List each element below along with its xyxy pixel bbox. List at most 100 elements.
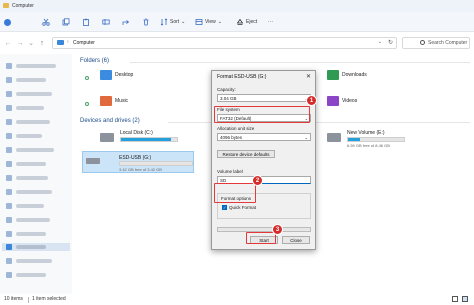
- paste-icon: [83, 18, 89, 26]
- eject-button[interactable]: Eject: [236, 17, 257, 27]
- sidebar-item[interactable]: [6, 104, 68, 112]
- share-icon: [122, 20, 130, 25]
- search-placeholder: Search Computer: [428, 40, 468, 46]
- sidebar-item[interactable]: [6, 230, 68, 238]
- capacity-select[interactable]: 3.04 GB ⌄: [217, 94, 311, 102]
- sidebar-item[interactable]: [6, 132, 68, 140]
- folder-tile-music[interactable]: Music: [100, 96, 128, 106]
- paste-button[interactable]: [82, 17, 90, 27]
- sidebar-item-computer[interactable]: [2, 243, 70, 251]
- highlight-box-filesystem: [214, 106, 310, 123]
- drive-tile-g[interactable]: ESD-USB (G:) 3.42 GB free of 3.42 GB: [82, 151, 194, 173]
- new-button[interactable]: [4, 17, 11, 27]
- more-button[interactable]: ···: [268, 17, 273, 27]
- capacity-label: Capacity:: [217, 87, 236, 92]
- folder-icon: [6, 133, 12, 139]
- section-header-drives[interactable]: Devices and drives (2): [80, 118, 140, 124]
- folder-icon: [6, 231, 12, 237]
- drive-icon: [100, 133, 114, 142]
- share-button[interactable]: [122, 17, 130, 27]
- delete-icon: [143, 18, 149, 26]
- sidebar-item[interactable]: [6, 76, 68, 84]
- pin-icon: [85, 76, 89, 80]
- restore-defaults-button[interactable]: Restore device defaults: [217, 150, 275, 158]
- computer-icon: [57, 40, 64, 45]
- up-icon[interactable]: ↑: [38, 40, 46, 48]
- rename-icon: [102, 19, 110, 25]
- copy-button[interactable]: [62, 17, 70, 27]
- drive-usage-bar: [119, 161, 193, 166]
- callout-badge-3: 3: [272, 224, 283, 235]
- sidebar-item[interactable]: [6, 118, 68, 126]
- close-icon[interactable]: ✕: [306, 73, 311, 80]
- back-icon[interactable]: ←: [4, 40, 12, 48]
- folder-icon: [6, 161, 12, 167]
- drive-tile-e[interactable]: New Volume (E:) 6.59 GB free of 8.46 GB: [327, 130, 437, 152]
- sort-button[interactable]: Sort ⌄: [160, 17, 185, 27]
- quick-format-checkbox[interactable]: ✓: [222, 205, 227, 210]
- folder-icon: [6, 91, 12, 97]
- folder-icon: [6, 189, 12, 195]
- more-label: ···: [268, 19, 273, 25]
- callout-badge-2: 2: [252, 175, 263, 186]
- downloads-folder-icon: [327, 70, 339, 80]
- folder-tile-videos[interactable]: Videos: [327, 96, 357, 106]
- section-header-folders[interactable]: Folders (6): [80, 58, 109, 64]
- eject-label: Eject: [246, 19, 258, 25]
- drive-usage-fill: [348, 138, 361, 141]
- refresh-icon[interactable]: ↻: [388, 39, 393, 46]
- forward-icon[interactable]: →: [16, 40, 24, 48]
- address-bar[interactable]: › Computer ⌄ ↻: [52, 37, 397, 49]
- sidebar-item[interactable]: [6, 62, 68, 70]
- search-input[interactable]: Search Computer: [402, 37, 470, 49]
- sidebar-item[interactable]: [6, 216, 68, 224]
- item-count: 10 items: [4, 296, 23, 302]
- format-dialog: Format ESD-USB (G:) ✕ Capacity: 3.04 GB …: [211, 70, 316, 250]
- folder-tile-downloads[interactable]: Downloads: [327, 70, 367, 80]
- recent-chevron-icon[interactable]: ⌄: [27, 40, 35, 48]
- selection-count: 1 item selected: [32, 296, 66, 302]
- highlight-box-start: [246, 232, 276, 244]
- close-button[interactable]: Close: [282, 236, 310, 244]
- folder-tile-desktop[interactable]: Desktop: [100, 70, 133, 80]
- chevron-down-icon[interactable]: ⌄: [378, 39, 382, 45]
- plus-icon: [4, 18, 11, 26]
- sidebar-item[interactable]: [6, 90, 68, 98]
- folder-label: Desktop: [115, 72, 134, 78]
- sidebar-item[interactable]: [6, 202, 68, 210]
- pin-icon: [85, 102, 89, 106]
- callout-badge-1: 1: [306, 95, 317, 106]
- quick-format-label[interactable]: Quick Format: [229, 205, 256, 210]
- delete-button[interactable]: [142, 17, 150, 27]
- drive-usage-fill: [121, 138, 172, 141]
- drive-usage-bar: [347, 137, 405, 142]
- sidebar-item[interactable]: [6, 188, 68, 196]
- breadcrumb[interactable]: Computer: [73, 40, 95, 46]
- sidebar-item[interactable]: [6, 271, 68, 279]
- sidebar-item[interactable]: [6, 160, 68, 168]
- window-title: Computer: [12, 3, 34, 9]
- title-bar: Computer: [0, 0, 474, 12]
- folder-label: Videos: [342, 98, 358, 104]
- sidebar-item[interactable]: [6, 146, 68, 154]
- folder-label: Downloads: [342, 72, 367, 78]
- chevron-down-icon: ⌄: [217, 19, 222, 25]
- folder-icon: [6, 77, 12, 83]
- drive-tile-c[interactable]: Local Disk (C:): [100, 130, 200, 152]
- folder-icon: [6, 203, 12, 209]
- drive-icon: [327, 133, 341, 142]
- computer-icon: [6, 244, 12, 250]
- allocation-select[interactable]: 4096 bytes ⌄: [217, 133, 311, 141]
- eject-icon: [236, 18, 244, 25]
- cut-button[interactable]: [42, 17, 50, 27]
- folder-icon: [6, 147, 12, 153]
- tiles-view-icon[interactable]: [462, 296, 468, 302]
- dialog-title: Format ESD-USB (G:): [217, 74, 267, 80]
- chevron-right-icon: ›: [67, 39, 69, 45]
- details-view-icon[interactable]: [452, 296, 458, 302]
- sidebar-item[interactable]: [6, 257, 68, 265]
- sidebar-item[interactable]: [6, 174, 68, 182]
- view-button[interactable]: View ⌄: [195, 17, 222, 27]
- cut-icon: [42, 18, 50, 26]
- rename-button[interactable]: [102, 17, 110, 27]
